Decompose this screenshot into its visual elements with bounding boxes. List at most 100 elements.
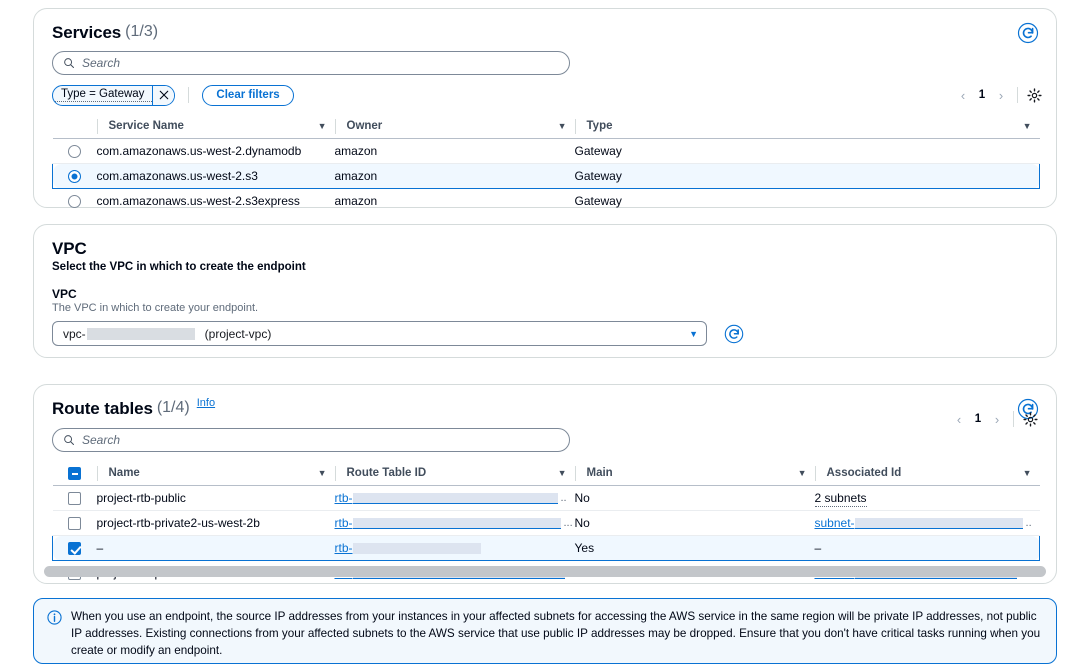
route-select-cell[interactable] [53,486,97,511]
route-name-cell: – [97,536,335,561]
sort-icon[interactable]: ▼ [558,468,567,478]
service-owner-cell: amazon [335,189,575,214]
pagination-page-1[interactable]: 1 [972,89,992,101]
filter-token-type[interactable]: Type = Gateway [52,85,175,106]
sort-icon[interactable]: ▼ [558,121,567,131]
route-table-id-link[interactable]: rtb- [335,491,353,505]
info-icon [47,610,62,663]
services-table: Service Name▼ Owner▼ Type▼ com.amazonaws… [52,114,1040,214]
route-checkbox[interactable] [68,542,81,555]
vpc-name-suffix: (project-vpc) [205,327,272,341]
horizontal-scrollbar[interactable] [44,566,1046,577]
route-tables-search-placeholder: Search [82,433,120,447]
service-radio[interactable] [68,145,81,158]
table-row[interactable]: –rtb-Yes– [53,536,1040,561]
route-tables-header: Route tables (1/4) Info [34,385,1056,419]
close-icon[interactable] [152,86,174,105]
route-table-id-redacted [353,518,561,529]
services-search-placeholder: Search [82,56,120,70]
route-tables-pagination: ‹ 1 › [950,408,1038,430]
service-type-cell: Gateway [575,139,1040,164]
route-checkbox[interactable] [68,492,81,505]
route-select-cell[interactable] [53,511,97,536]
sort-icon[interactable]: ▼ [1023,121,1032,131]
service-radio[interactable] [68,170,81,183]
route-tables-title: Route tables [52,399,153,419]
service-select-cell[interactable] [53,139,97,164]
vpc-title: VPC [52,239,87,259]
pagination-next-button[interactable]: › [992,88,1010,103]
column-header-associated-id[interactable]: Associated Id▼ [815,461,1040,486]
endpoint-info-alert: When you use an endpoint, the source IP … [33,598,1057,664]
pagination-divider [1017,87,1018,103]
associated-id-empty: – [815,541,822,555]
column-header-main-label: Main [587,467,798,479]
service-type-cell: Gateway [575,189,1040,214]
gear-icon[interactable] [1023,412,1038,427]
service-select-cell[interactable] [53,189,97,214]
alert-message: When you use an endpoint, the source IP … [71,608,1042,663]
route-table-id-link[interactable]: rtb- [335,541,353,555]
search-icon [63,57,75,69]
table-row[interactable]: com.amazonaws.us-west-2.dynamodbamazonGa… [53,139,1040,164]
sort-icon[interactable]: ▼ [318,468,327,478]
route-select-cell[interactable] [53,536,97,561]
vpc-field-row: vpc- (project-vpc) ▼ [52,321,1038,346]
vpc-select-dropdown[interactable]: vpc- (project-vpc) ▼ [52,321,707,346]
route-associated-id-cell: subnet-.. [815,511,1040,536]
sort-icon[interactable]: ▼ [1023,468,1032,478]
select-all-checkbox[interactable] [68,467,81,480]
route-checkbox[interactable] [68,517,81,530]
services-table-body: com.amazonaws.us-west-2.dynamodbamazonGa… [53,139,1040,214]
column-header-type-label: Type [587,120,1023,132]
vpc-id-prefix: vpc- [63,327,86,341]
route-table-id-cell: rtb-.. [335,486,575,511]
column-header-type[interactable]: Type▼ [575,114,1040,139]
services-pagination: ‹ 1 › [954,84,1042,106]
route-name-cell: project-rtb-public [97,486,335,511]
associated-id-redacted [855,518,1023,529]
service-radio[interactable] [68,195,81,208]
associated-id-ellipsis: .. [1026,517,1032,529]
create-vpc-endpoint-page: Services (1/3) Search [0,0,1070,671]
info-link[interactable]: Info [197,397,215,409]
route-tables-search-input[interactable]: Search [52,428,570,452]
table-row[interactable]: com.amazonaws.us-west-2.s3expressamazonG… [53,189,1040,214]
vpc-header: VPC [34,225,1056,259]
services-table-wrap: Service Name▼ Owner▼ Type▼ com.amazonaws… [34,114,1056,214]
table-row[interactable]: com.amazonaws.us-west-2.s3amazonGateway [53,164,1040,189]
table-row[interactable]: project-rtb-private2-us-west-2brtb-...No… [53,511,1040,536]
chevron-down-icon[interactable]: ▼ [689,329,698,339]
services-search-input[interactable]: Search [52,51,570,75]
pagination-page-1[interactable]: 1 [968,413,988,425]
services-title: Services [52,23,121,43]
vpc-field-description: The VPC in which to create your endpoint… [52,302,1038,314]
column-header-route-table-id[interactable]: Route Table ID▼ [335,461,575,486]
pagination-prev-button[interactable]: ‹ [950,412,968,427]
service-select-cell[interactable] [53,164,97,189]
column-header-name[interactable]: Name▼ [97,461,335,486]
column-header-owner[interactable]: Owner▼ [335,114,575,139]
sort-icon[interactable]: ▼ [318,121,327,131]
service-name-cell: com.amazonaws.us-west-2.dynamodb [97,139,335,164]
vpc-select-value: vpc- (project-vpc) [63,327,689,341]
pagination-divider [1013,411,1014,427]
sort-icon[interactable]: ▼ [798,468,807,478]
services-header: Services (1/3) [34,9,1056,43]
route-name-cell: project-rtb-private2-us-west-2b [97,511,335,536]
refresh-icon[interactable] [1016,21,1040,45]
column-header-main[interactable]: Main▼ [575,461,815,486]
vpc-refresh-icon[interactable] [723,323,745,345]
pagination-next-button[interactable]: › [988,412,1006,427]
route-tables-panel: Route tables (1/4) Info Search [33,384,1057,584]
column-header-service-name[interactable]: Service Name▼ [97,114,335,139]
associated-subnet-link[interactable]: subnet- [815,516,855,530]
associated-subnets-count[interactable]: 2 subnets [815,491,867,507]
table-row[interactable]: project-rtb-publicrtb-..No2 subnets [53,486,1040,511]
pagination-prev-button[interactable]: ‹ [954,88,972,103]
gear-icon[interactable] [1027,88,1042,103]
filter-divider [188,87,189,103]
service-type-cell: Gateway [575,164,1040,189]
clear-filters-button[interactable]: Clear filters [202,85,293,106]
route-table-id-link[interactable]: rtb- [335,516,353,530]
